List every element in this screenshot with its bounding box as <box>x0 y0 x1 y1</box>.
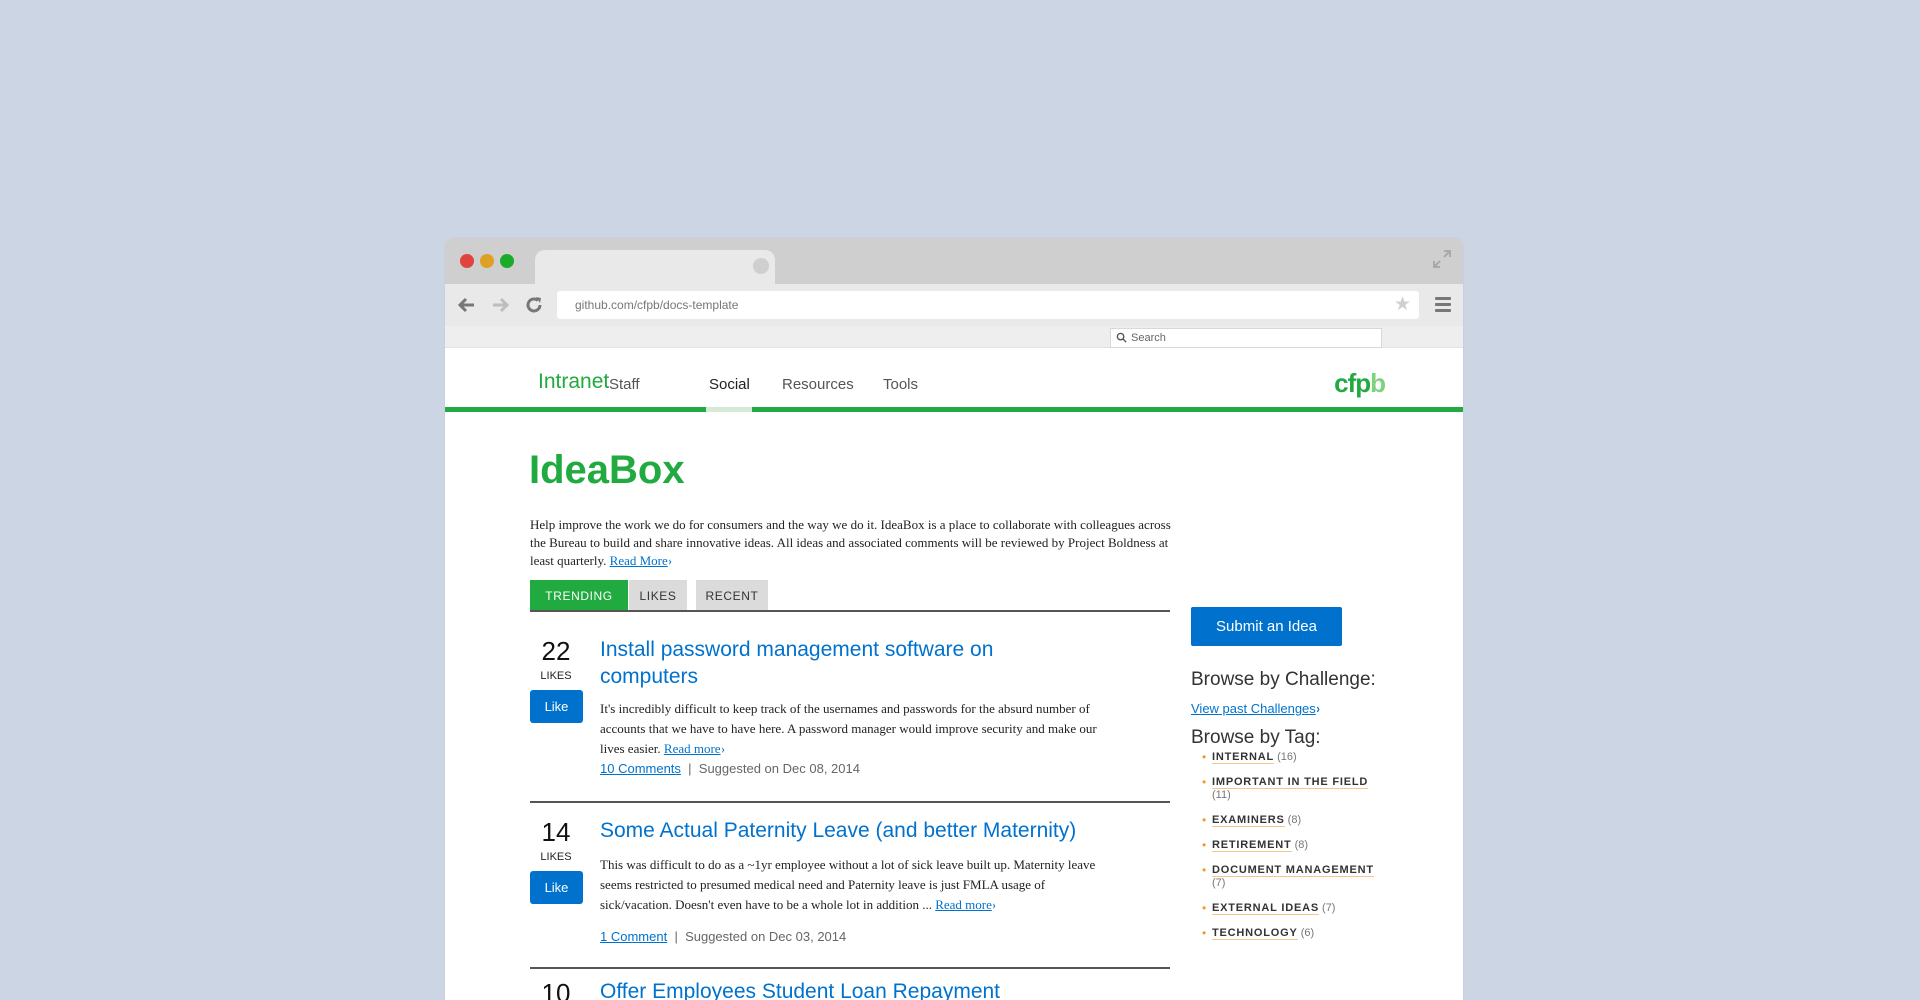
comments-link[interactable]: 10 Comments <box>600 761 681 776</box>
tag-internal-link[interactable]: INTERNAL <box>1212 751 1275 764</box>
tag-count: (16) <box>1277 751 1297 763</box>
cfpb-logo[interactable]: cfpb <box>1334 368 1386 399</box>
idea-meta: 1 Comment | Suggested on Dec 03, 2014 <box>600 929 846 944</box>
likes-label: LIKES <box>540 670 572 682</box>
idea-description: This was difficult to do as a ~1yr emplo… <box>600 855 1120 915</box>
zoom-window-button[interactable] <box>500 254 514 268</box>
nav-social[interactable]: Social <box>709 376 750 393</box>
back-arrow-icon[interactable] <box>455 294 477 316</box>
tag-count: (7) <box>1212 877 1226 889</box>
search-strip: Search <box>445 326 1463 348</box>
site-navigation: Intranet Staff Social Resources Tools cf… <box>445 348 1463 412</box>
minimize-window-button[interactable] <box>480 254 494 268</box>
chevron-right-icon: › <box>1316 701 1320 716</box>
tag-technology-link[interactable]: TECHNOLOGY <box>1212 927 1298 940</box>
like-button[interactable]: Like <box>530 871 583 904</box>
likes-count: 14 <box>541 817 571 847</box>
browse-challenge-heading: Browse by Challenge: <box>1191 669 1376 690</box>
nav-tools[interactable]: Tools <box>883 376 918 393</box>
sort-tabs: TRENDING LIKES RECENT <box>530 580 1170 612</box>
idea-read-more-link[interactable]: Read more <box>935 897 992 912</box>
likes-count: 22 <box>541 636 571 666</box>
tab-likes[interactable]: LIKES <box>629 580 687 610</box>
nav-staff[interactable]: Staff <box>609 376 640 393</box>
search-icon <box>1116 332 1127 343</box>
tag-item: IMPORTANT IN THE FIELD(11) <box>1202 776 1402 802</box>
search-placeholder: Search <box>1131 332 1166 344</box>
close-window-button[interactable] <box>460 254 474 268</box>
reload-icon[interactable] <box>523 294 545 316</box>
suggested-date: Suggested on Dec 08, 2014 <box>698 761 860 776</box>
tag-item: RETIREMENT (8) <box>1202 839 1402 852</box>
search-input[interactable]: Search <box>1110 328 1382 348</box>
likes-count: 10 <box>541 978 571 1000</box>
tag-item: TECHNOLOGY (6) <box>1202 927 1402 940</box>
meta-separator: | <box>688 761 692 776</box>
chevron-right-icon: › <box>668 553 672 568</box>
tag-document-management-link[interactable]: DOCUMENT MANAGEMENT <box>1212 864 1374 877</box>
chevron-right-icon: › <box>992 897 996 912</box>
idea-read-more-link[interactable]: Read more <box>664 741 721 756</box>
idea-divider <box>530 967 1170 969</box>
bookmark-star-icon[interactable]: ★ <box>1394 295 1411 315</box>
tab-trending[interactable]: TRENDING <box>530 580 628 610</box>
active-nav-indicator <box>706 407 752 412</box>
idea-divider <box>530 801 1170 803</box>
browser-tab[interactable] <box>535 250 775 284</box>
idea-title-link[interactable]: Offer Employees Student Loan Repayment <box>600 978 1120 1000</box>
intro-read-more-link[interactable]: Read More <box>610 553 668 568</box>
browser-menu-icon[interactable] <box>1435 297 1451 315</box>
forward-arrow-icon[interactable] <box>490 294 512 316</box>
likes-label: LIKES <box>540 851 572 863</box>
page-title: IdeaBox <box>529 448 685 492</box>
tag-item: INTERNAL (16) <box>1202 751 1402 764</box>
tab-close-icon[interactable] <box>753 258 769 274</box>
idea-title-link[interactable]: Some Actual Paternity Leave (and better … <box>600 817 1120 844</box>
title-bar <box>445 238 1463 284</box>
address-bar[interactable]: github.com/cfpb/docs-template ★ <box>557 291 1419 319</box>
tag-important-in-the-field-link[interactable]: IMPORTANT IN THE FIELD <box>1212 776 1369 789</box>
tag-retirement-link[interactable]: RETIREMENT <box>1212 839 1292 852</box>
tag-count: (7) <box>1322 902 1336 914</box>
expand-icon[interactable] <box>1431 248 1453 270</box>
tag-list: INTERNAL (16) IMPORTANT IN THE FIELD(11)… <box>1202 751 1402 952</box>
tag-item: EXTERNAL IDEAS (7) <box>1202 902 1402 915</box>
browse-tag-heading: Browse by Tag: <box>1191 727 1321 748</box>
idea-description: It's incredibly difficult to keep track … <box>600 699 1120 759</box>
idea-title-link[interactable]: Install password management software on … <box>600 636 1050 690</box>
tag-examiners-link[interactable]: EXAMINERS <box>1212 814 1285 827</box>
tag-count: (8) <box>1287 814 1302 826</box>
intro-text: Help improve the work we do for consumer… <box>530 517 1171 568</box>
view-past-challenges: View past Challenges › <box>1191 701 1320 716</box>
tag-external-ideas-link[interactable]: EXTERNAL IDEAS <box>1212 902 1319 915</box>
submit-idea-button[interactable]: Submit an Idea <box>1191 607 1342 646</box>
intranet-brand-link[interactable]: Intranet <box>538 370 609 394</box>
browser-window: github.com/cfpb/docs-template ★ Search I… <box>445 238 1463 1000</box>
tag-item: DOCUMENT MANAGEMENT(7) <box>1202 864 1402 890</box>
tag-item: EXAMINERS (8) <box>1202 814 1402 827</box>
idea-meta: 10 Comments | Suggested on Dec 08, 2014 <box>600 761 860 776</box>
tag-count: (8) <box>1294 839 1309 851</box>
suggested-date: Suggested on Dec 03, 2014 <box>685 929 847 944</box>
tag-count: (11) <box>1212 789 1231 801</box>
chevron-right-icon: › <box>721 741 725 756</box>
tab-recent[interactable]: RECENT <box>696 580 768 610</box>
browser-toolbar: github.com/cfpb/docs-template ★ <box>445 284 1463 326</box>
view-past-challenges-link[interactable]: View past Challenges <box>1191 701 1316 716</box>
like-button[interactable]: Like <box>530 690 583 723</box>
comments-link[interactable]: 1 Comment <box>600 929 667 944</box>
tag-count: (6) <box>1300 927 1315 939</box>
nav-resources[interactable]: Resources <box>782 376 854 393</box>
url-text: github.com/cfpb/docs-template <box>575 298 739 312</box>
meta-separator: | <box>674 929 678 944</box>
